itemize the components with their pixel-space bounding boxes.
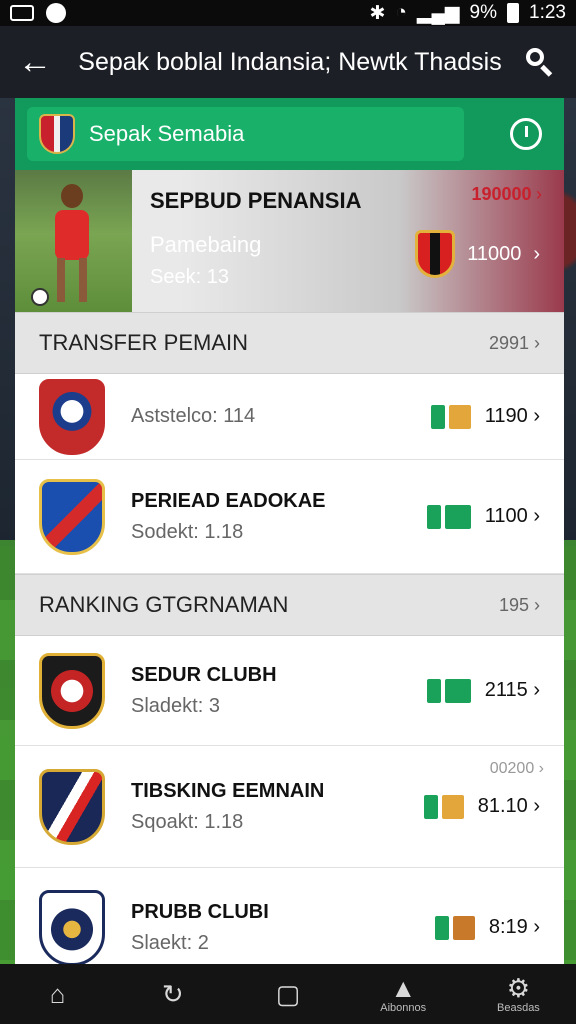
signal-icon: ▂▄▆ [416, 2, 460, 24]
yellow-card-icon [441, 794, 464, 819]
league-label: Sepak Semabia [89, 121, 245, 146]
row-value[interactable]: 2115 › [485, 679, 540, 702]
row-value[interactable]: 8:19 › [489, 916, 540, 939]
list-item[interactable]: PERIEAD EADOKAE Sodekt: 1.18 1100 › [15, 460, 564, 574]
ticket-icon [452, 915, 475, 940]
row-value[interactable]: 1100 › [485, 505, 540, 528]
list-item[interactable]: PRUBB CLUBI Slaekt: 2 8:19 › [15, 868, 564, 964]
bluetooth-icon: ✱ [369, 2, 386, 24]
page-title: Sepak boblal Indansia; Newtk Thadsis [78, 47, 502, 76]
row-tags [426, 678, 471, 703]
row-tags [426, 504, 471, 529]
row-subtitle: Slaekt: 2 [131, 931, 209, 954]
battery-percent: 9% [469, 2, 498, 23]
row-tags [430, 404, 471, 429]
club-crest [39, 768, 105, 845]
section-count-link[interactable]: 195 › [499, 595, 540, 616]
section-count-link[interactable]: 2991 › [489, 333, 540, 354]
club-crest [39, 478, 105, 555]
nav-home[interactable]: ⌂ [0, 980, 115, 1008]
row-extra-value: 00200 › [489, 760, 544, 777]
main-content: Sepak Semabia SEPBUD PENANSIA Pamebaing … [15, 98, 564, 964]
row-tags [434, 915, 475, 940]
club-crest [39, 652, 105, 729]
battery-icon [507, 3, 520, 23]
bottom-nav: ⌂ ↻ ▢ ▲ Aibonnos ⚙ Beasdas [0, 964, 576, 1024]
club-crest [39, 889, 105, 964]
club-crest [415, 230, 456, 278]
row-subtitle: Sqoakt: 1.18 [131, 810, 244, 833]
app-bar: ← Sepak boblal Indansia; Newtk Thadsis [0, 26, 576, 98]
nav-shop[interactable]: ▢ [230, 980, 345, 1008]
chevron-right-icon: › [536, 184, 542, 204]
league-header: Sepak Semabia [15, 98, 564, 170]
clock-time: 1:23 [529, 2, 566, 23]
green-card-icon [430, 404, 445, 429]
section-title: TRANSFER PEMAIN [39, 330, 249, 355]
home-icon: ⌂ [49, 979, 66, 1009]
ticket-icon [444, 504, 471, 529]
row-title: PRUBB CLUBI [131, 900, 269, 923]
nav-label: Beasdas [497, 1002, 540, 1014]
row-title: SEDUR CLUBH [131, 663, 277, 686]
gallery-icon [10, 5, 34, 21]
green-card-icon [423, 794, 438, 819]
search-icon[interactable] [522, 44, 558, 80]
green-card-icon [426, 504, 441, 529]
bag-icon: ▢ [275, 979, 301, 1009]
club-crest [39, 378, 105, 455]
row-value[interactable]: 81.10 › [478, 795, 540, 818]
list-item[interactable]: SEDUR CLUBH Sladekt: 3 2115 › [15, 636, 564, 746]
nav-beasdas[interactable]: ⚙ Beasdas [461, 974, 576, 1014]
chevron-right-icon: › [533, 242, 540, 265]
section-transfer-header: TRANSFER PEMAIN 2991 › [15, 312, 564, 374]
wifi-icon: ◔ [395, 2, 407, 23]
trophy-icon: ▲ [390, 973, 417, 1003]
refresh-icon: ↻ [161, 979, 184, 1009]
nav-aibonnos[interactable]: ▲ Aibonnos [346, 974, 461, 1014]
row-subtitle: Sodekt: 1.18 [131, 520, 244, 543]
back-arrow-icon[interactable]: ← [18, 43, 58, 82]
row-tags [423, 794, 464, 819]
row-title: TIBSKING EEMNAIN [131, 779, 325, 802]
row-value[interactable]: 1190 › [485, 405, 540, 428]
settings-icon: ⚙ [506, 973, 531, 1003]
yellow-card-icon [448, 404, 471, 429]
green-card-icon [434, 915, 449, 940]
status-bar: ✱ ◔ ▂▄▆ 9% 1:23 [0, 0, 576, 26]
featured-amount: 190000 [471, 184, 532, 204]
nav-label: Aibonnos [380, 1002, 427, 1014]
row-title: PERIEAD EADOKAE [131, 489, 326, 512]
row-subtitle: Sladekt: 3 [131, 694, 220, 717]
list-item[interactable]: 00200 › TIBSKING EEMNAIN Sqoakt: 1.18 81… [15, 746, 564, 868]
clock-icon[interactable] [510, 118, 542, 150]
featured-card[interactable]: SEPBUD PENANSIA Pamebaing Seek: 13 19000… [15, 170, 564, 312]
section-ranking-header: RANKING GTGRNAMAN 195 › [15, 574, 564, 636]
nav-refresh[interactable]: ↻ [115, 980, 230, 1008]
featured-value: 11000 [467, 242, 522, 265]
green-card-icon [426, 678, 441, 703]
league-selector[interactable]: Sepak Semabia [27, 107, 464, 161]
row-subtitle: Aststelco: 114 [131, 405, 256, 427]
football-icon [46, 3, 66, 23]
section-title: RANKING GTGRNAMAN [39, 592, 289, 617]
featured-player-image [15, 170, 132, 312]
list-item[interactable]: Aststelco: 114 1190 › [15, 374, 564, 460]
ticket-icon [444, 678, 471, 703]
league-logo [39, 114, 75, 154]
